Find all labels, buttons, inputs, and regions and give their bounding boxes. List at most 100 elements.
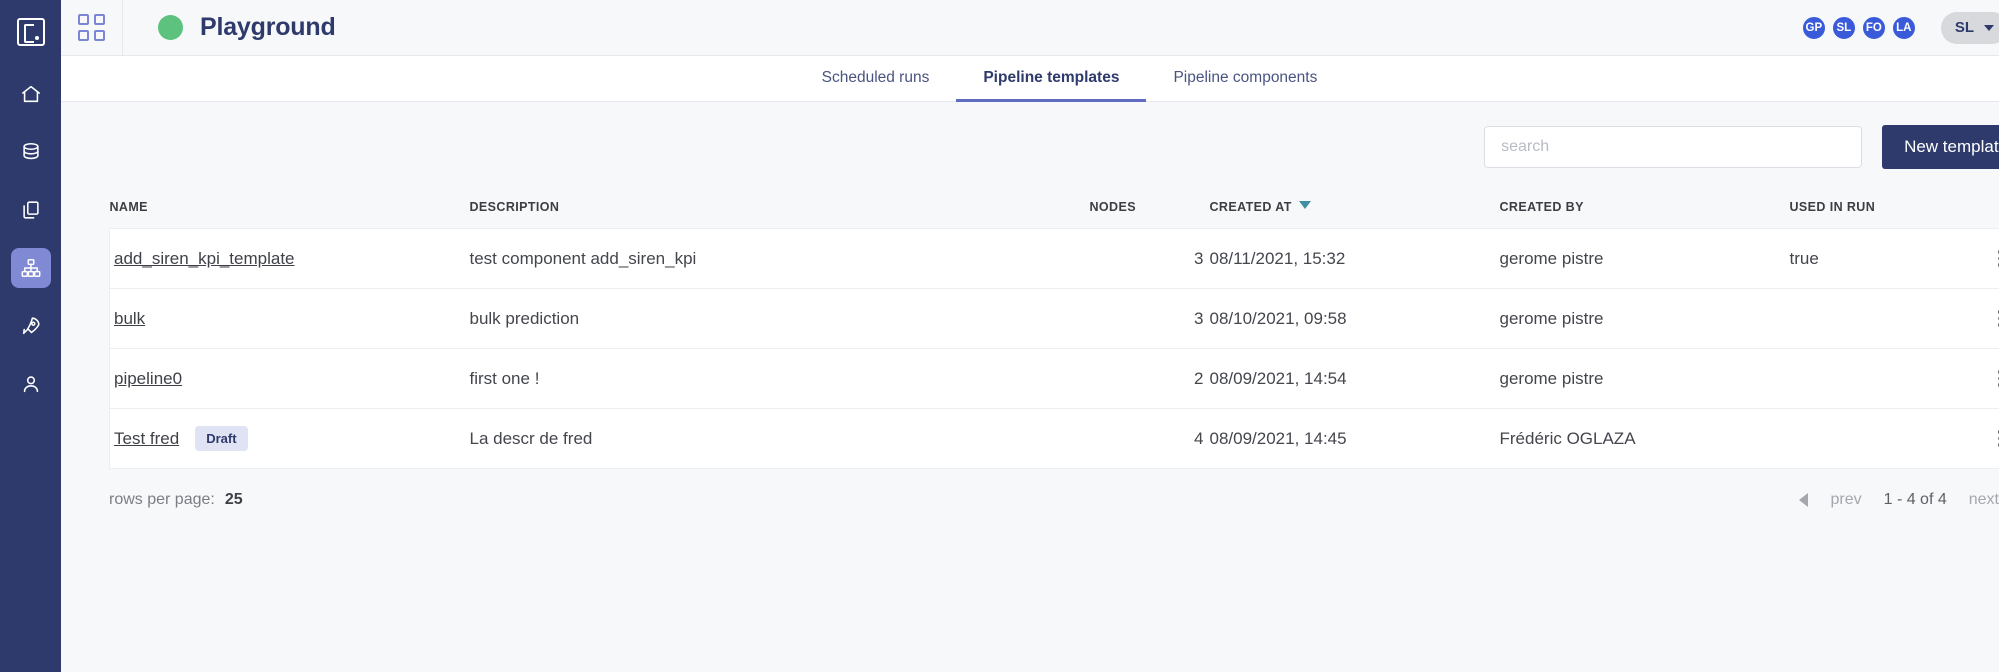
tab-scheduled-runs[interactable]: Scheduled runs	[795, 56, 957, 102]
table-header-row: NAME DESCRIPTION NODES CREATED AT CREATE…	[110, 192, 1999, 229]
rows-per-page-label: rows per page:	[109, 491, 215, 508]
cell-actions	[1969, 408, 1999, 469]
template-name-link[interactable]: bulk	[114, 309, 145, 329]
previsionio-logo-icon	[16, 18, 45, 46]
cell-created-at: 08/09/2021, 14:54	[1209, 348, 1500, 409]
column-header-actions	[1970, 192, 1999, 229]
prev-page-button[interactable]: prev	[1830, 491, 1861, 509]
content-area: New template NAME DESCRIPTION NODES CREA…	[61, 102, 1999, 672]
page-title: Playground	[200, 13, 336, 41]
tab-pipeline-templates[interactable]: Pipeline templates	[956, 56, 1147, 102]
cell-used-in-run	[1789, 348, 1970, 409]
avatar[interactable]: LA	[1890, 14, 1917, 41]
app-switcher-button[interactable]	[61, 0, 123, 56]
cell-description: first one !	[469, 348, 1090, 409]
cell-created-by: gerome pistre	[1499, 348, 1790, 409]
avatar-group: GP SL FO LA	[1800, 14, 1917, 41]
avatar[interactable]: SL	[1830, 14, 1857, 41]
column-header-nodes[interactable]: NODES	[1090, 192, 1210, 229]
search-input[interactable]	[1484, 126, 1863, 168]
cell-created-by: Frédéric OGLAZA	[1499, 408, 1790, 469]
row-menu-button[interactable]	[1970, 370, 1999, 387]
cell-actions	[1969, 348, 1999, 409]
copy-documents-icon	[20, 199, 42, 221]
app-logo[interactable]	[0, 8, 61, 56]
app-root: Playground GP SL FO LA SL Scheduled runs…	[0, 0, 1999, 672]
sidebar-item-home[interactable]	[11, 74, 51, 114]
first-page-icon[interactable]	[1799, 493, 1809, 507]
cell-used-in-run	[1789, 288, 1970, 349]
sidebar-item-experiments[interactable]	[11, 190, 51, 230]
database-icon	[20, 141, 42, 163]
rows-per-page-value[interactable]: 25	[225, 491, 243, 509]
column-header-created-at-label: CREATED AT	[1209, 200, 1292, 214]
row-menu-button[interactable]	[1970, 430, 1999, 447]
table-footer: rows per page: 25 prev 1 - 4 of 4 next	[109, 469, 1999, 531]
user-menu-label: SL	[1954, 19, 1974, 36]
rocket-icon	[20, 315, 42, 337]
pagination: prev 1 - 4 of 4 next	[1799, 491, 1999, 509]
user-menu-button[interactable]: SL	[1940, 11, 1999, 44]
cell-name: add_siren_kpi_template	[109, 228, 470, 289]
cell-name: pipeline0	[109, 348, 470, 409]
tab-bar: Scheduled runs Pipeline templates Pipeli…	[61, 56, 1999, 102]
cell-created-at: 08/11/2021, 15:32	[1209, 228, 1500, 289]
column-header-used-in-run[interactable]: USED IN RUN	[1790, 192, 1970, 229]
new-template-button[interactable]: New template	[1882, 125, 1999, 169]
project-header: Playground	[123, 13, 336, 42]
column-header-name[interactable]: NAME	[110, 192, 470, 229]
sidebar-item-users[interactable]	[11, 364, 51, 404]
cell-nodes: 2	[1089, 348, 1210, 409]
cell-created-by: gerome pistre	[1499, 228, 1790, 289]
chevron-down-icon	[1984, 24, 1994, 31]
sidebar-item-datasources[interactable]	[11, 132, 51, 172]
user-icon	[20, 373, 42, 395]
cell-used-in-run: true	[1789, 228, 1970, 289]
status-badge: Draft	[195, 426, 248, 451]
table-toolbar: New template	[109, 102, 1999, 192]
cell-nodes: 4	[1089, 408, 1210, 469]
template-name-link[interactable]: pipeline0	[114, 369, 182, 389]
row-menu-button[interactable]	[1970, 310, 1999, 327]
home-icon	[20, 83, 42, 105]
cell-nodes: 3	[1089, 228, 1210, 289]
main-area: Playground GP SL FO LA SL Scheduled runs…	[61, 0, 1999, 672]
avatar[interactable]: FO	[1860, 14, 1887, 41]
project-status-dot	[158, 15, 183, 40]
column-header-description[interactable]: DESCRIPTION	[470, 192, 1090, 229]
tab-pipeline-components[interactable]: Pipeline components	[1146, 56, 1344, 102]
cell-created-at: 08/09/2021, 14:45	[1209, 408, 1500, 469]
row-menu-button[interactable]	[1970, 250, 1999, 267]
sidebar-item-deployments[interactable]	[11, 306, 51, 346]
top-bar: Playground GP SL FO LA SL	[61, 0, 1999, 56]
table-row[interactable]: Test fred Draft La descr de fred 4 08/09…	[109, 408, 1999, 469]
sort-desc-icon	[1298, 201, 1311, 209]
cell-actions	[1969, 228, 1999, 289]
cell-description: La descr de fred	[469, 408, 1090, 469]
app-grid-icon	[78, 14, 105, 41]
table-body: add_siren_kpi_template test component ad…	[109, 228, 1999, 469]
cell-name: bulk	[109, 288, 470, 349]
table-row[interactable]: bulk bulk prediction 3 08/10/2021, 09:58…	[109, 288, 1999, 349]
cell-created-at: 08/10/2021, 09:58	[1209, 288, 1500, 349]
cell-description: bulk prediction	[469, 288, 1090, 349]
sidebar	[0, 0, 61, 672]
table-header: NAME DESCRIPTION NODES CREATED AT CREATE…	[110, 192, 1999, 229]
cell-description: test component add_siren_kpi	[469, 228, 1090, 289]
avatar[interactable]: GP	[1800, 14, 1827, 41]
column-header-created-by[interactable]: CREATED BY	[1500, 192, 1790, 229]
template-name-link[interactable]: add_siren_kpi_template	[114, 249, 295, 269]
table-row[interactable]: pipeline0 first one ! 2 08/09/2021, 14:5…	[109, 348, 1999, 409]
cell-created-by: gerome pistre	[1499, 288, 1790, 349]
column-header-created-at[interactable]: CREATED AT	[1210, 192, 1500, 229]
template-name-link[interactable]: Test fred	[114, 429, 179, 449]
pipeline-templates-table: NAME DESCRIPTION NODES CREATED AT CREATE…	[109, 192, 1999, 469]
table-row[interactable]: add_siren_kpi_template test component ad…	[109, 228, 1999, 289]
cell-nodes: 3	[1089, 288, 1210, 349]
sidebar-item-pipelines[interactable]	[10, 248, 51, 288]
cell-actions	[1969, 288, 1999, 349]
next-page-button[interactable]: next	[1969, 491, 1999, 509]
hierarchy-pipeline-icon	[20, 257, 42, 279]
cell-used-in-run	[1789, 408, 1970, 469]
page-range-label: 1 - 4 of 4	[1883, 491, 1947, 508]
